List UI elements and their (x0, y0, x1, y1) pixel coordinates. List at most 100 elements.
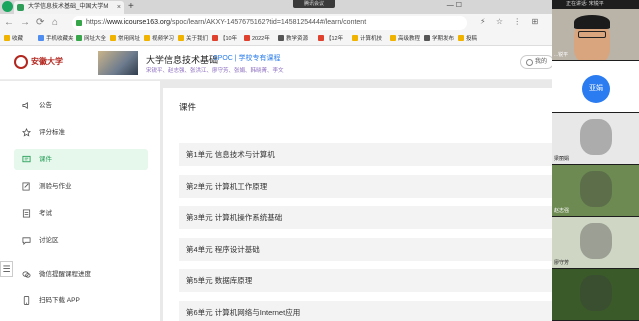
browser-extension-icons[interactable]: ⚡ ☆ ⋮ ⊞ (480, 17, 542, 26)
participant-tile[interactable]: 赵志强 (552, 165, 639, 216)
bookmark-item[interactable]: 【10年 (212, 34, 237, 44)
bookmark-item[interactable]: 常用网址 (110, 34, 140, 44)
unit-row[interactable]: 第6单元 计算机网络与Internet应用 (179, 300, 552, 321)
chat-icon (22, 236, 31, 245)
bookmark-item[interactable]: 网址大全 (76, 34, 106, 44)
back-icon[interactable]: ← (4, 16, 14, 30)
bookmark-label: 手机收藏夹 (46, 36, 74, 42)
exam-icon (22, 209, 31, 218)
sidebar-item-label: 评分标准 (39, 129, 65, 136)
unit-row[interactable]: 第2单元 计算机工作原理 (179, 174, 552, 198)
sidebar-item-label: 公告 (39, 102, 52, 109)
participant-name: ...锐平 (554, 52, 569, 58)
participant-avatar: 亚娟 (582, 75, 610, 103)
participant-tile[interactable]: 亚娟 (552, 61, 639, 112)
unit-row[interactable]: 第5单元 数据库原理 (179, 269, 552, 292)
my-button[interactable]: 我的 (520, 55, 554, 69)
browser-navbar: ← → ⟳ ⌂ https://www.icourse163.org/spoc/… (0, 14, 552, 32)
sidebar-item-label: 微信提醒课程进度 (39, 271, 91, 278)
forward-icon[interactable]: → (20, 16, 30, 30)
bookmark-item[interactable]: 2022年 (244, 34, 270, 44)
sidebar-item[interactable]: 公告 (14, 95, 148, 116)
tab-title: 大学信息技术基础_中国大学M (28, 4, 109, 10)
bookmark-icon (318, 35, 324, 41)
bookmark-item[interactable]: 收藏 (4, 34, 23, 44)
bookmark-icon (278, 35, 284, 41)
star-icon (22, 128, 31, 137)
courseware-icon (22, 155, 31, 164)
sidebar-item[interactable]: 扫码下载 APP (14, 290, 148, 311)
participant-name: 赵志强 (554, 208, 570, 214)
url-prefix: https:// (86, 19, 108, 26)
bookmark-item[interactable]: 投稿 (458, 34, 477, 44)
menu-handle-icon[interactable]: ☰ (0, 261, 13, 277)
bookmark-item[interactable]: 视频学习 (144, 34, 174, 44)
course-title: 大学信息技术基础 (146, 55, 219, 65)
bookmark-label: 计算机技 (360, 36, 383, 42)
bookmark-label: 常用网址 (118, 36, 141, 42)
reload-icon[interactable]: ⟳ (36, 16, 44, 30)
unit-row[interactable]: 第3单元 计算机操作系统基础 (179, 206, 552, 229)
participant-tile[interactable] (552, 269, 639, 320)
unit-row[interactable]: 第1单元 信息技术与计算机 (179, 143, 552, 166)
bookmark-icon (212, 35, 218, 41)
sidebar-item[interactable]: 评分标准 (14, 122, 148, 143)
url-path: /spoc/learn/AKXY-1457675162?tid=14581254… (170, 19, 367, 26)
participant-tile[interactable]: ...锐平 (552, 9, 639, 60)
sidebar-item-label: 课件 (39, 156, 52, 163)
bookmark-icon (38, 35, 44, 41)
teacher-list: 宋锐平、赵志强、张洪江、廖守芳、张娟、韩晓菁、李文 (146, 68, 284, 74)
meeting-bar[interactable]: 腾讯会议 (293, 0, 335, 8)
course-thumbnail (98, 51, 138, 75)
bookmark-icon (244, 35, 250, 41)
courseware-panel: 课件 第1单元 信息技术与计算机 第2单元 计算机工作原理 第3单元 计算机操作系统… (163, 88, 552, 321)
sidebar-item[interactable]: 考试 (14, 203, 148, 224)
sidebar-item-label: 测验与作业 (39, 183, 72, 190)
window-buttons[interactable]: — ☐ (447, 0, 462, 12)
bookmark-item[interactable]: 学期发布 (424, 34, 454, 44)
browser-tab-bar: 大学信息技术基础_中国大学M × + 腾讯会议 — ☐ (0, 0, 552, 14)
participant-name: 廖守芳 (554, 260, 570, 266)
bookmark-icon (352, 35, 358, 41)
participant-tile[interactable]: 廖守芳 (552, 217, 639, 268)
sidebar-item[interactable]: 讨论区 (14, 230, 148, 251)
sidebar-item-label: 讨论区 (39, 237, 59, 244)
bookmark-label: 视频学习 (152, 36, 175, 42)
bookmark-item[interactable]: 计算机技 (352, 34, 382, 44)
bookmark-label: 【12年 (326, 36, 344, 42)
seal-icon (14, 55, 28, 69)
home-icon[interactable]: ⌂ (52, 16, 58, 30)
sidebar-item[interactable]: 测验与作业 (14, 176, 148, 197)
course-sidebar: 公告评分标准课件测验与作业考试讨论区微信提醒课程进度 扫码下载 APP (0, 81, 160, 321)
participant-tile[interactable]: 梁丽娟 (552, 113, 639, 164)
participant-video (580, 275, 612, 311)
sidebar-item[interactable]: 课件 (14, 149, 148, 170)
participant-hair (574, 15, 610, 29)
bookmark-item[interactable]: 教学资源 (278, 34, 308, 44)
new-tab-button[interactable]: + (128, 0, 134, 13)
bookmark-label: 学期发布 (432, 36, 455, 42)
bookmark-item[interactable]: 关于我们 (178, 34, 208, 44)
bookmark-item[interactable]: 高级教程 (390, 34, 420, 44)
site-header: 安徽大学 大学信息技术基础 SPOC | 学校专有课程 宋锐平、赵志强、张洪江、… (0, 46, 554, 80)
bookmark-icon (110, 35, 116, 41)
sidebar-item-label: 考试 (39, 210, 52, 217)
sidebar-item[interactable]: 微信提醒课程进度 (14, 264, 148, 285)
video-conference-panel: 正在讲话: 宋锐平 ...锐平 亚娟 梁丽娟 赵志强 廖守芳 (552, 0, 639, 321)
logo-text: 安徽大学 (31, 56, 63, 66)
address-bar[interactable]: https://www.icourse163.org/spoc/learn/AK… (72, 16, 467, 30)
browser-tab[interactable]: 大学信息技术基础_中国大学M × (14, 1, 124, 14)
speaker-icon (22, 101, 31, 110)
participant-video (580, 171, 612, 207)
lock-icon (76, 20, 82, 26)
bookmark-item[interactable]: 手机收藏夹 (38, 34, 74, 44)
university-logo[interactable]: 安徽大学 (14, 54, 66, 70)
unit-row[interactable]: 第4单元 程序设计基础 (179, 237, 552, 261)
bookmark-icon (4, 35, 10, 41)
sidebar-item-label: 扫码下载 APP (39, 297, 80, 304)
tab-close-icon[interactable]: × (117, 1, 121, 14)
wechat-icon (22, 270, 31, 279)
bookmark-item[interactable]: 【12年 (318, 34, 343, 44)
bookmark-label: 网址大全 (84, 36, 107, 42)
site-favicon-icon (17, 4, 24, 11)
